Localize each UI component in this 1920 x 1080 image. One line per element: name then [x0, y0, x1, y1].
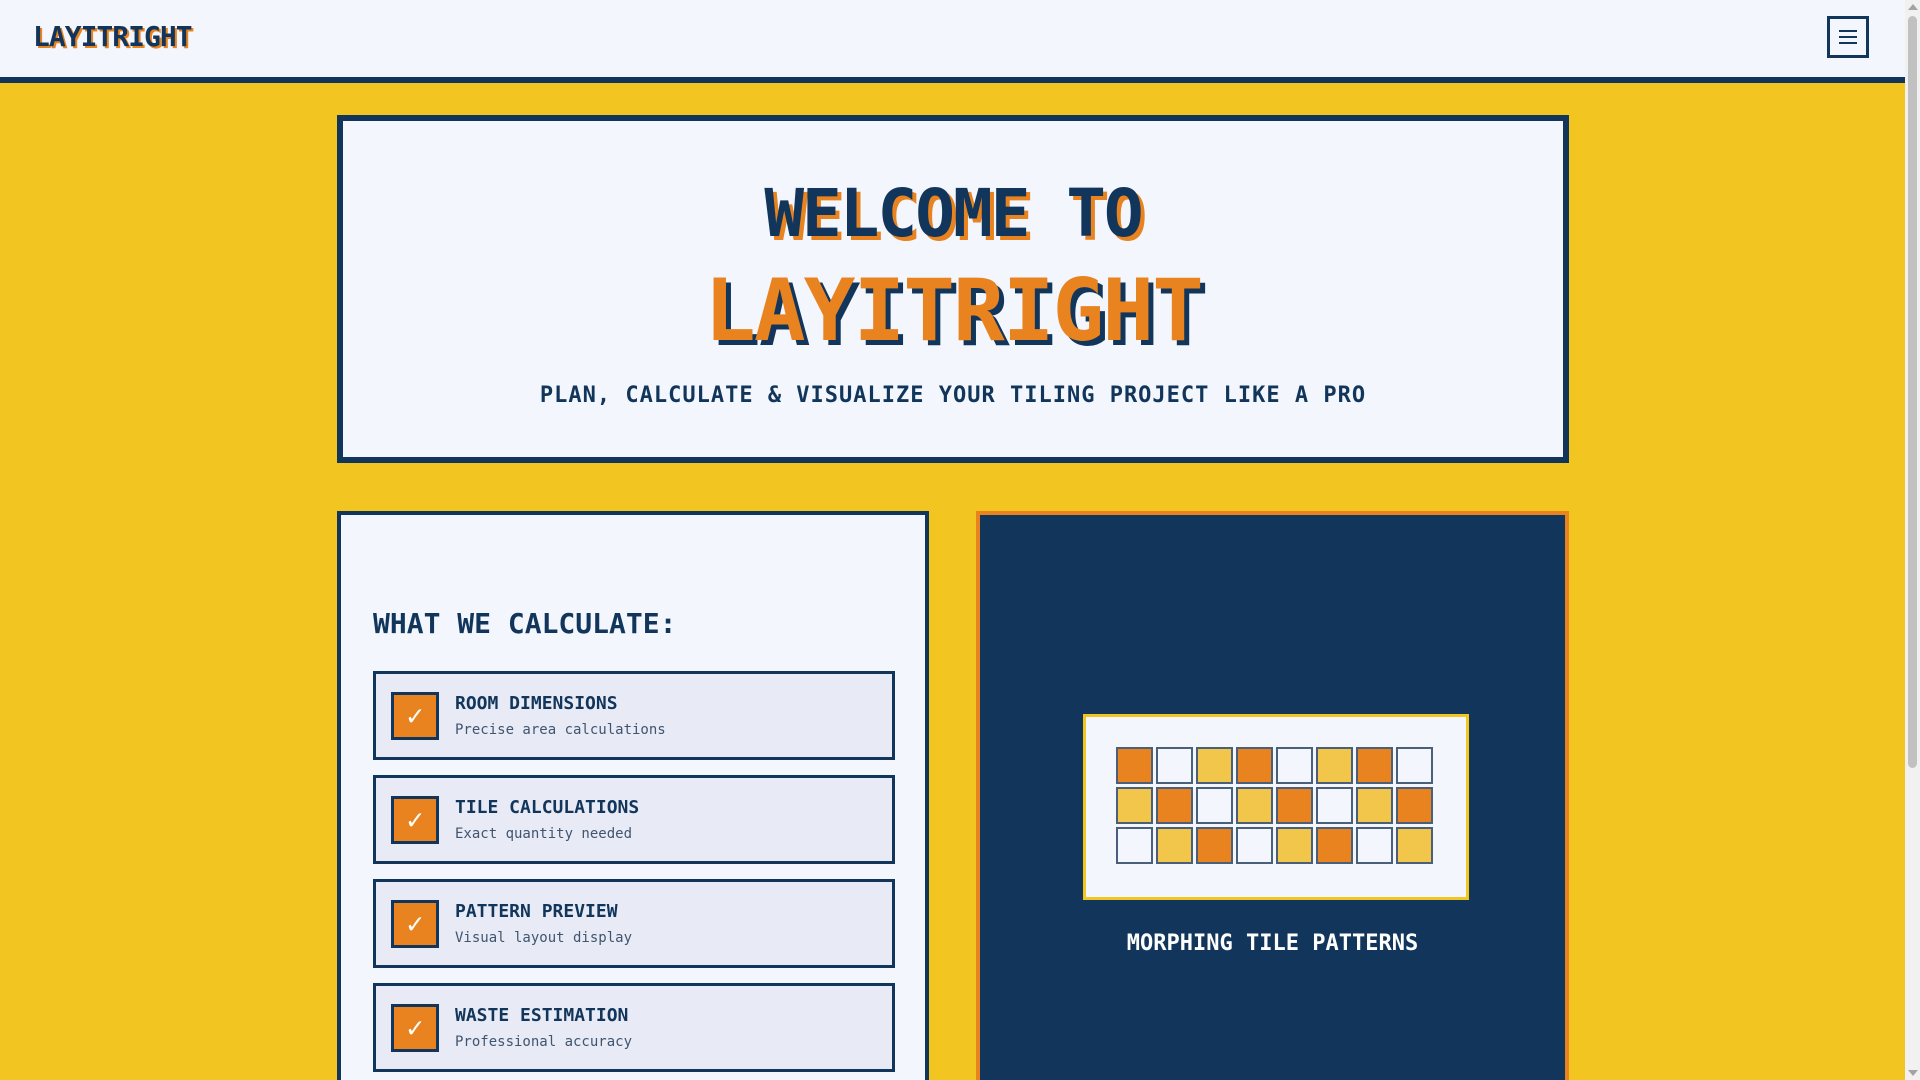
tile-yellow	[1316, 747, 1353, 784]
feature-item-pattern-preview: ✓ PATTERN PREVIEW Visual layout display	[373, 879, 895, 968]
menu-button[interactable]	[1827, 16, 1869, 58]
feature-name: TILE CALCULATIONS	[455, 797, 640, 818]
checkmark-icon: ✓	[391, 900, 439, 948]
top-navbar: LAYITRIGHT	[0, 0, 1905, 83]
scrollbar-thumb[interactable]	[1908, 16, 1917, 768]
tile-orange	[1196, 827, 1233, 864]
feature-item-tile-calculations: ✓ TILE CALCULATIONS Exact quantity neede…	[373, 775, 895, 864]
page-scrollbar[interactable]	[1905, 0, 1920, 1080]
tile-orange	[1156, 787, 1193, 824]
tile-white	[1156, 747, 1193, 784]
tile-yellow	[1116, 787, 1153, 824]
tile-yellow	[1396, 827, 1433, 864]
tile-orange	[1316, 827, 1353, 864]
tile-white	[1116, 827, 1153, 864]
tile-white	[1196, 787, 1233, 824]
feature-name: ROOM DIMENSIONS	[455, 693, 618, 714]
tile-yellow	[1196, 747, 1233, 784]
tile-yellow	[1156, 827, 1193, 864]
tile-patterns-card: MORPHING TILE PATTERNS	[976, 511, 1569, 1080]
tile-orange	[1236, 747, 1273, 784]
hero-banner: WELCOME TO LAYITRIGHT PLAN, CALCULATE & …	[337, 115, 1569, 463]
tile-pattern-preview	[1083, 714, 1469, 900]
tile-orange	[1396, 787, 1433, 824]
scroll-up-arrow-icon[interactable]	[1908, 4, 1918, 10]
feature-description: Professional accuracy	[455, 1034, 633, 1050]
hamburger-menu-icon	[1839, 30, 1857, 44]
checkmark-icon: ✓	[391, 692, 439, 740]
tile-patterns-label: MORPHING TILE PATTERNS	[1126, 931, 1419, 956]
site-logo[interactable]: LAYITRIGHT	[33, 20, 193, 53]
features-card: WHAT WE CALCULATE: ✓ ROOM DIMENSIONS Pre…	[337, 511, 929, 1080]
tile-orange	[1116, 747, 1153, 784]
feature-name: WASTE ESTIMATION	[455, 1005, 629, 1026]
tile-yellow	[1236, 787, 1273, 824]
hero-brand-heading: LAYITRIGHT	[704, 261, 1204, 361]
feature-description: Exact quantity needed	[455, 826, 633, 842]
feature-name: PATTERN PREVIEW	[455, 901, 618, 922]
tile-white	[1396, 747, 1433, 784]
tile-white	[1236, 827, 1273, 864]
hero-welcome-heading: WELCOME TO	[764, 175, 1143, 252]
checkmark-icon: ✓	[391, 796, 439, 844]
tile-yellow	[1356, 787, 1393, 824]
features-title: WHAT WE CALCULATE:	[373, 607, 677, 640]
tile-yellow	[1276, 827, 1313, 864]
feature-item-waste-estimation: ✓ WASTE ESTIMATION Professional accuracy	[373, 983, 895, 1072]
hero-tagline: PLAN, CALCULATE & VISUALIZE YOUR TILING …	[539, 383, 1367, 408]
tile-white	[1276, 747, 1313, 784]
tile-white	[1356, 827, 1393, 864]
feature-description: Visual layout display	[455, 930, 633, 946]
feature-item-room-dimensions: ✓ ROOM DIMENSIONS Precise area calculati…	[373, 671, 895, 760]
tile-white	[1316, 787, 1353, 824]
scroll-down-arrow-icon[interactable]	[1908, 1070, 1918, 1076]
tile-orange	[1356, 747, 1393, 784]
tile-orange	[1276, 787, 1313, 824]
feature-description: Precise area calculations	[455, 722, 666, 738]
tile-grid	[1116, 747, 1433, 864]
checkmark-icon: ✓	[391, 1004, 439, 1052]
